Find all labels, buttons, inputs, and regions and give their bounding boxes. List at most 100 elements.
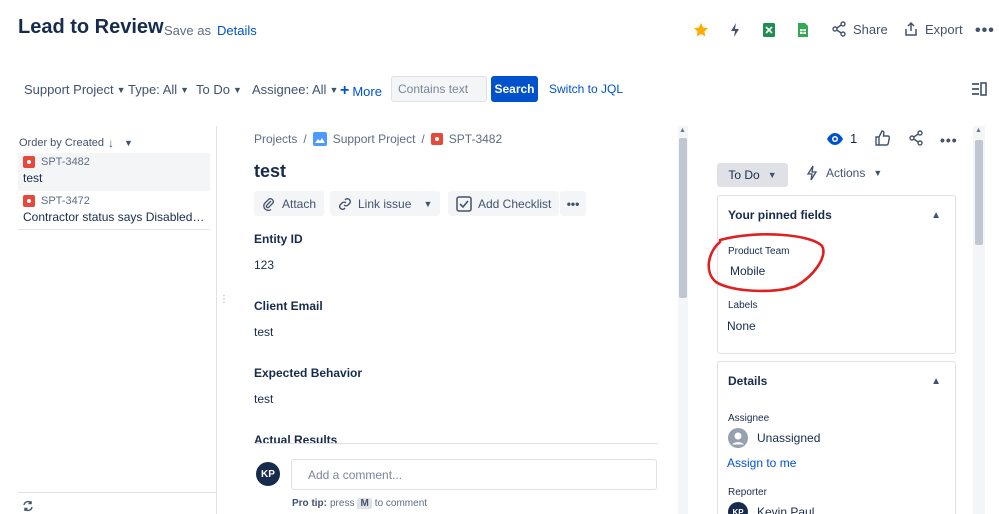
link-issue-label: Link issue	[358, 196, 412, 211]
breadcrumb-project[interactable]: Support Project	[333, 132, 416, 146]
assignee-filter-label: Assignee: All	[252, 82, 327, 97]
status-filter[interactable]: To Do ▼	[196, 82, 242, 97]
add-checklist-label: Add Checklist	[478, 196, 552, 211]
share-button[interactable]: Share	[831, 21, 888, 37]
scroll-up-icon[interactable]: ▲	[975, 127, 982, 134]
more-filters-button[interactable]: + More	[340, 82, 382, 100]
chevron-up-icon[interactable]: ▲	[931, 376, 941, 387]
list-divider	[18, 229, 210, 230]
add-checklist-button[interactable]: Add Checklist	[448, 191, 560, 216]
list-item[interactable]: SPT-3472 Contractor status says Disabled…	[18, 192, 210, 230]
scroll-up-icon[interactable]: ▲	[679, 127, 686, 134]
refresh-icon[interactable]	[22, 500, 34, 512]
watchers-count: 1	[850, 131, 858, 146]
export-label: Export	[925, 21, 963, 37]
more-options-icon[interactable]: •••	[940, 132, 958, 148]
scrollbar-thumb[interactable]	[679, 138, 687, 298]
scrollbar[interactable]	[973, 126, 985, 514]
export-button[interactable]: Export	[903, 21, 963, 37]
more-actions-icon[interactable]: •••	[560, 191, 586, 216]
details-title: Details	[728, 374, 768, 388]
scrollbar-thumb[interactable]	[975, 140, 983, 245]
star-icon[interactable]	[692, 21, 710, 39]
hand-drawn-circle-annotation	[707, 233, 825, 293]
share-label: Share	[853, 21, 888, 37]
chevron-down-icon: ▼	[232, 84, 242, 95]
chevron-up-icon[interactable]: ▲	[931, 210, 941, 221]
resize-handle-icon[interactable]: ⋮	[219, 295, 229, 305]
issue-key: SPT-3472	[41, 195, 90, 207]
google-sheets-icon[interactable]	[794, 21, 812, 39]
avatar: KP	[728, 502, 748, 514]
chevron-down-icon: ▼	[123, 138, 133, 148]
breadcrumb-issue-key[interactable]: SPT-3482	[449, 132, 502, 146]
chevron-down-icon: ▼	[329, 84, 339, 95]
details-link[interactable]: Details	[217, 23, 257, 38]
list-item[interactable]: SPT-3482 test	[18, 153, 210, 191]
checkbox-icon	[456, 195, 472, 212]
view-toggle-icon[interactable]	[971, 82, 987, 96]
field-label-actual-results: Actual Results	[254, 433, 338, 447]
reporter-field[interactable]: KP Kevin Paul	[728, 502, 814, 514]
watchers-button[interactable]: 1	[826, 131, 857, 146]
labels-label: Labels	[728, 300, 758, 311]
field-value-expected-behavior[interactable]: test	[254, 392, 273, 406]
search-button[interactable]: Search	[491, 76, 538, 102]
reporter-value: Kevin Paul	[757, 505, 815, 514]
eye-icon	[826, 132, 844, 146]
link-issue-button[interactable]: Link issue	[330, 191, 420, 216]
bug-icon	[23, 156, 35, 168]
issue-summary: Contractor status says Disabled and...	[23, 210, 205, 224]
field-value-client-email[interactable]: test	[254, 325, 273, 339]
field-value-entity-id[interactable]: 123	[254, 258, 274, 272]
thumbs-up-icon[interactable]	[874, 130, 890, 146]
breadcrumb-projects[interactable]: Projects	[254, 132, 297, 146]
order-by-button[interactable]: Order by Created ↓ ▼	[19, 136, 133, 150]
type-filter-label: Type: All	[128, 82, 178, 97]
issue-title[interactable]: test	[254, 161, 286, 182]
scrollbar[interactable]	[678, 126, 688, 514]
panel-divider	[216, 126, 217, 514]
section-divider	[254, 443, 658, 444]
type-filter[interactable]: Type: All ▼	[128, 82, 189, 97]
assign-to-me-link[interactable]: Assign to me	[727, 456, 796, 470]
link-icon	[338, 197, 352, 211]
status-label: To Do	[728, 168, 760, 182]
paperclip-icon	[262, 197, 276, 211]
keyboard-shortcut-key: M	[357, 498, 372, 509]
assignee-field[interactable]: Unassigned	[728, 428, 820, 448]
page-title: Lead to Review	[18, 16, 164, 38]
project-filter-label: Support Project	[24, 82, 114, 97]
share-icon[interactable]	[908, 130, 924, 146]
chevron-down-icon: ▼	[116, 84, 126, 95]
link-issue-dropdown[interactable]: ▼	[416, 191, 440, 216]
status-filter-label: To Do	[196, 82, 230, 97]
more-options-icon[interactable]: •••	[975, 22, 995, 40]
pro-tip-suffix: to comment	[374, 498, 428, 509]
actions-dropdown[interactable]: Actions ▼	[806, 165, 882, 181]
comment-input[interactable]: Add a comment...	[291, 459, 657, 490]
export-icon	[903, 21, 919, 37]
list-footer-divider	[18, 492, 216, 493]
project-filter[interactable]: Support Project ▼	[24, 82, 126, 97]
save-as-link[interactable]: Save as	[164, 23, 211, 38]
pro-tip: Pro tip: press M to comment	[292, 498, 427, 509]
avatar: KP	[256, 462, 280, 486]
attach-label: Attach	[282, 196, 317, 211]
plus-icon: +	[340, 82, 350, 99]
excel-icon[interactable]	[760, 21, 778, 39]
field-label-entity-id: Entity ID	[254, 232, 303, 246]
issue-key: SPT-3482	[41, 156, 90, 168]
share-icon	[831, 21, 847, 37]
field-label-client-email: Client Email	[254, 299, 323, 313]
project-avatar-icon	[312, 132, 327, 146]
switch-to-jql-link[interactable]: Switch to JQL	[549, 82, 623, 96]
status-dropdown[interactable]: To Do ▼	[717, 163, 788, 187]
arrow-down-icon: ↓	[107, 136, 114, 150]
text-search-input[interactable]: Contains text	[391, 76, 487, 102]
field-label-expected-behavior: Expected Behavior	[254, 366, 363, 380]
attach-button[interactable]: Attach	[254, 191, 325, 216]
lightning-icon[interactable]	[726, 21, 744, 39]
assignee-filter[interactable]: Assignee: All ▼	[252, 82, 338, 97]
labels-value[interactable]: None	[727, 319, 756, 333]
